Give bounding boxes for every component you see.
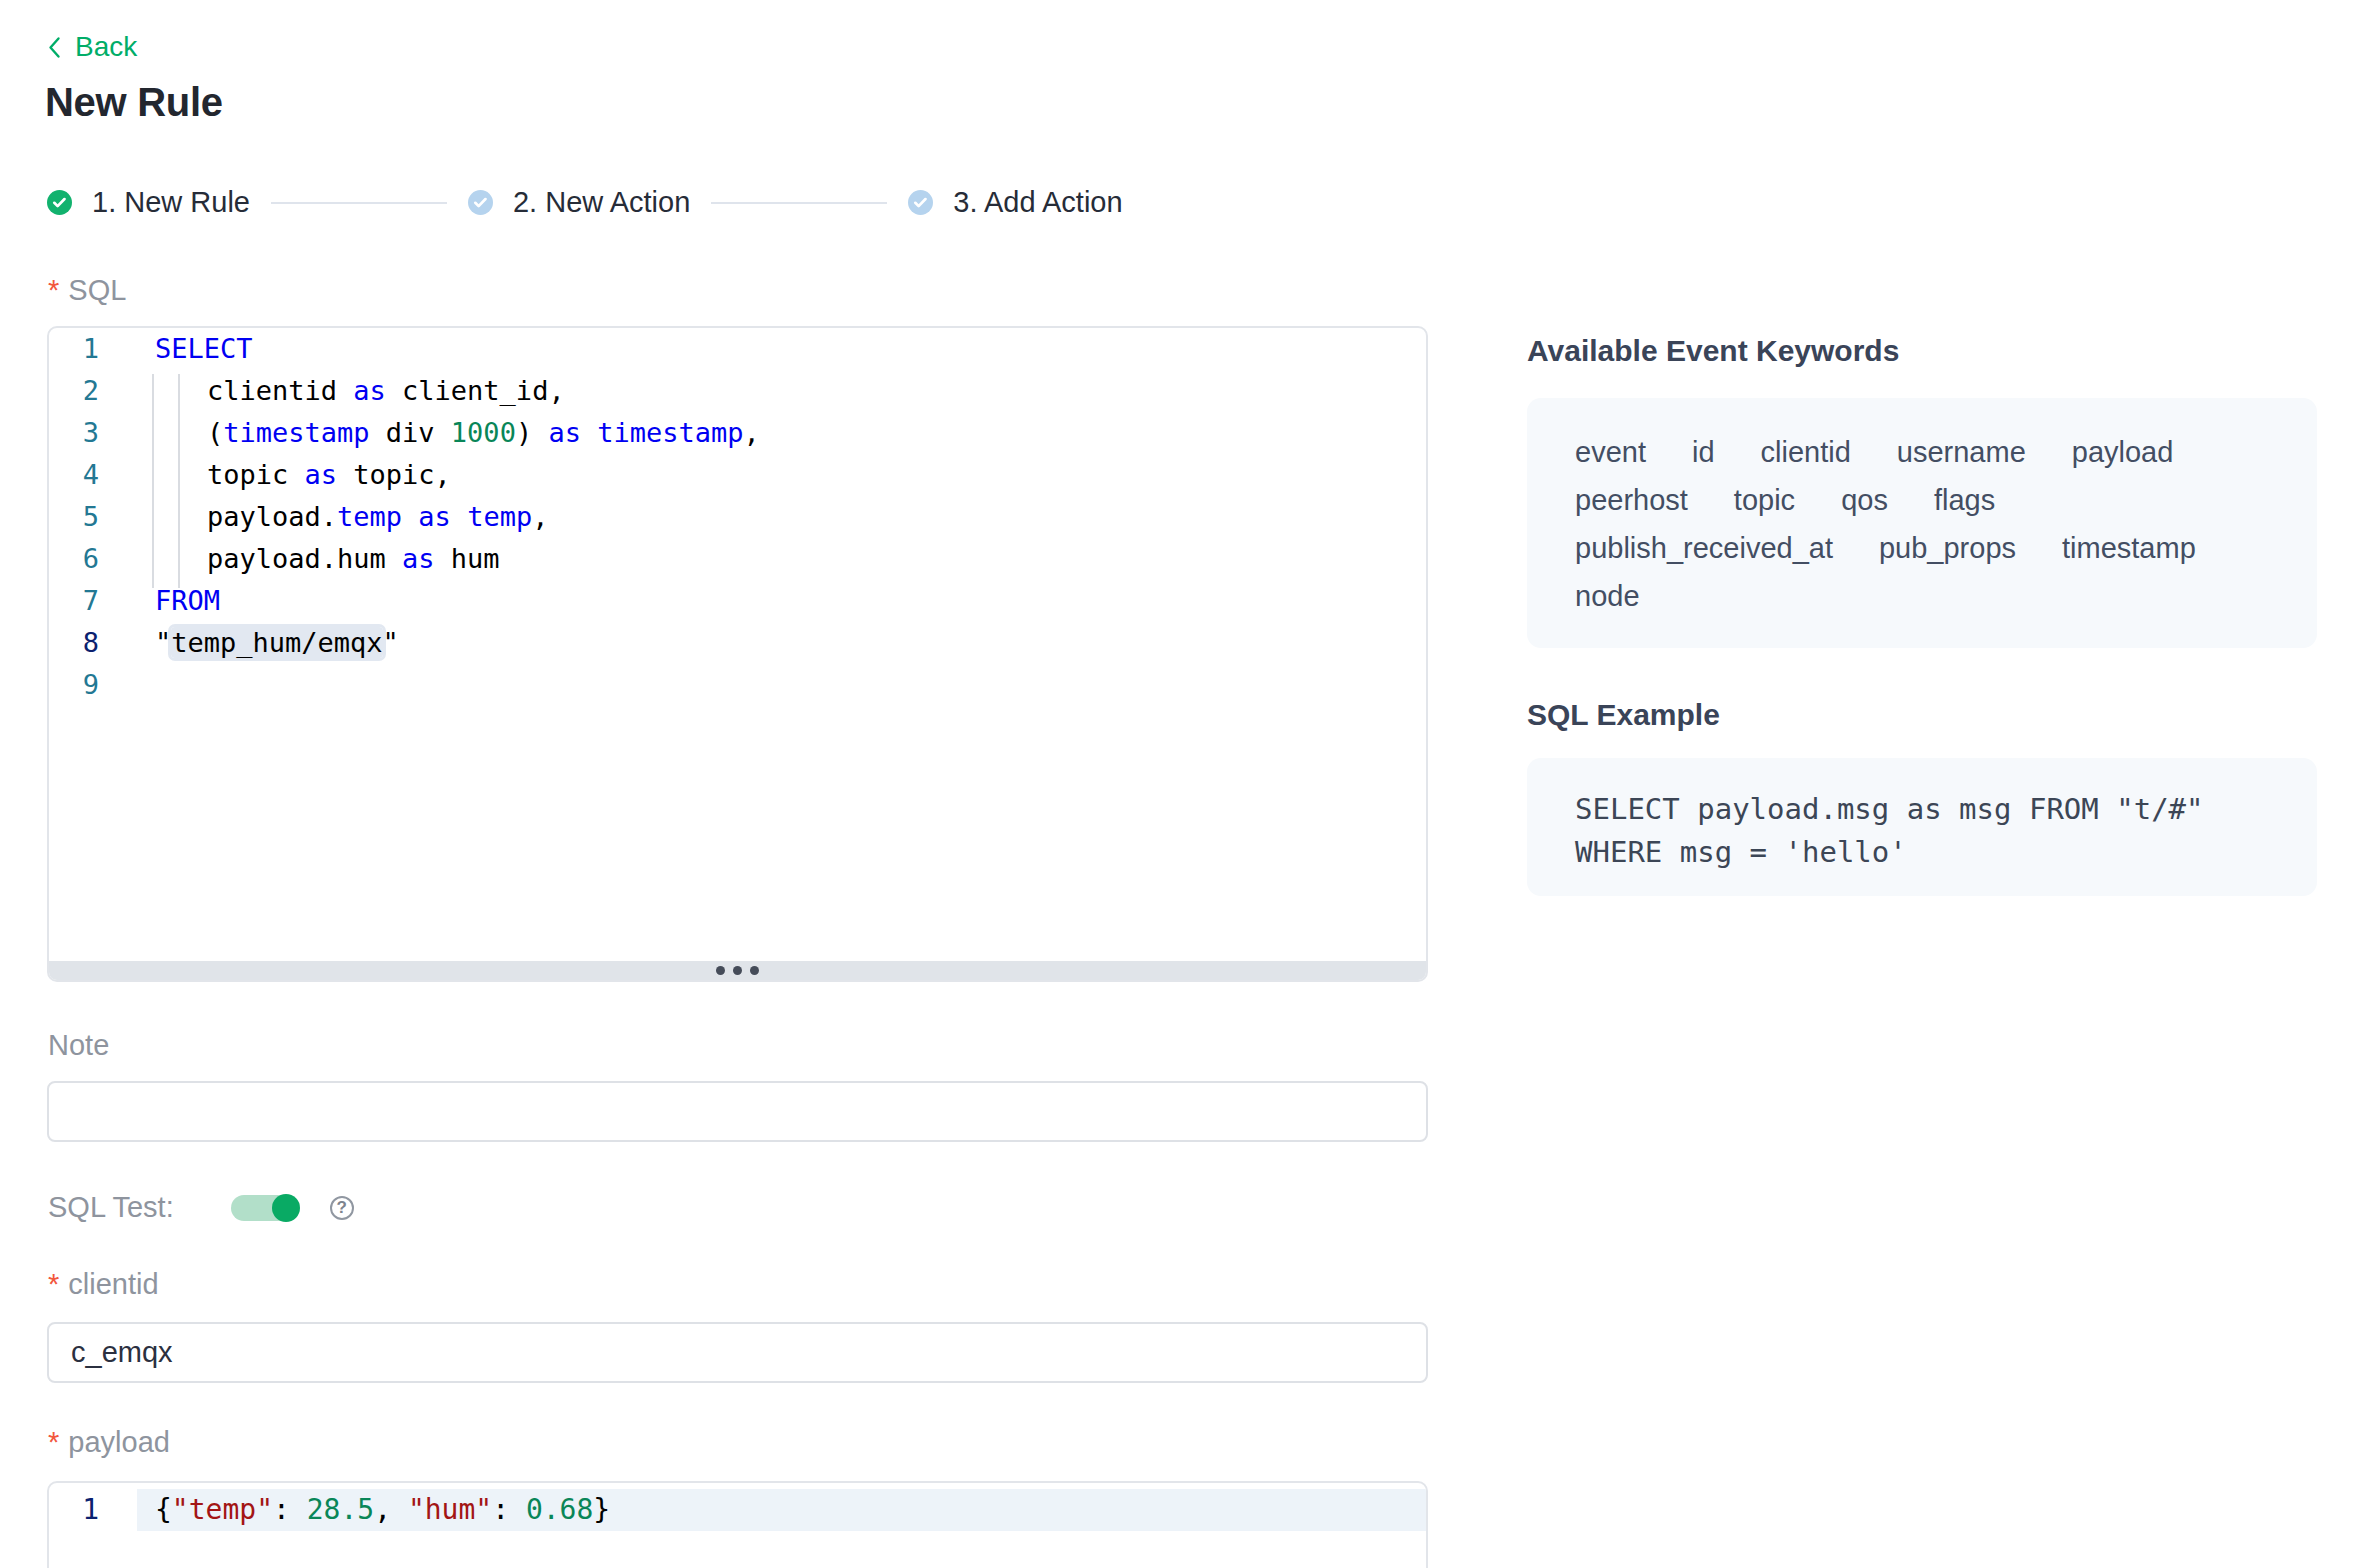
sql-example-line: SELECT payload.msg as msg FROM "t/#" [1575, 788, 2269, 831]
page-title: New Rule [45, 80, 223, 125]
payload-code-editor[interactable]: 1 {"temp": 28.5, "hum": 0.68} [47, 1481, 1428, 1568]
step-check-icon [908, 190, 933, 215]
toggle-knob [272, 1194, 300, 1222]
code-line-content: (timestamp div 1000) as timestamp, [155, 412, 760, 454]
event-keyword: timestamp [2062, 532, 2196, 565]
line-number: 8 [49, 622, 99, 664]
code-line-content: SELECT [155, 328, 253, 370]
required-asterisk: * [48, 1426, 59, 1459]
required-asterisk: * [48, 1268, 59, 1301]
note-input[interactable] [47, 1081, 1428, 1142]
code-line: 9 [49, 664, 1426, 706]
step-label: 1. New Rule [92, 186, 250, 219]
keyword-row: event id clientid username payload [1575, 428, 2269, 476]
event-keyword: clientid [1761, 436, 1851, 469]
line-number: 4 [49, 454, 99, 496]
sql-example-title: SQL Example [1527, 698, 1720, 732]
keyword-row: node [1575, 572, 2269, 620]
sql-example-line: WHERE msg = 'hello' [1575, 831, 2269, 874]
resize-dot [716, 966, 725, 975]
help-icon[interactable]: ? [330, 1196, 354, 1220]
step-label: 2. New Action [513, 186, 690, 219]
indent-guide [152, 374, 154, 588]
code-line: 1 {"temp": 28.5, "hum": 0.68} [49, 1489, 1426, 1531]
code-line: 4 topic as topic, [49, 454, 1426, 496]
resize-dot [750, 966, 759, 975]
event-keyword: node [1575, 580, 1640, 613]
sql-test-label: SQL Test: [48, 1191, 174, 1224]
payload-field-label: * payload [48, 1426, 170, 1459]
event-keyword: peerhost [1575, 484, 1688, 517]
event-keyword: publish_received_at [1575, 532, 1833, 565]
event-keyword: qos [1841, 484, 1888, 517]
back-label: Back [75, 31, 137, 63]
event-keyword: pub_props [1879, 532, 2016, 565]
stepper-step[interactable]: 2. New Action [468, 186, 690, 219]
line-number: 2 [49, 370, 99, 412]
clientid-field-label: * clientid [48, 1268, 159, 1301]
step-connector [711, 202, 887, 204]
event-keyword: topic [1734, 484, 1795, 517]
line-number: 5 [49, 496, 99, 538]
code-line-content: payload.hum as hum [155, 538, 500, 580]
step-check-icon [468, 190, 493, 215]
sql-test-toggle[interactable] [231, 1195, 299, 1221]
keywords-panel: event id clientid username payload peerhost to… [1527, 398, 2317, 648]
code-line: 6 payload.hum as hum [49, 538, 1426, 580]
code-line-content: {"temp": 28.5, "hum": 0.68} [155, 1489, 610, 1531]
code-line-content: "temp_hum/emqx" [155, 622, 399, 664]
step-label: 3. Add Action [953, 186, 1122, 219]
line-number: 1 [49, 1489, 99, 1531]
chevron-left-icon [47, 36, 62, 59]
line-number: 9 [49, 664, 99, 706]
step-connector [271, 202, 447, 204]
event-keyword: event [1575, 436, 1646, 469]
line-number: 3 [49, 412, 99, 454]
stepper-step[interactable]: 3. Add Action [908, 186, 1122, 219]
stepper: 1. New Rule 2. New Action 3. Add Action [47, 186, 1123, 219]
sql-code-editor[interactable]: 1 SELECT 2 clientid as client_id, 3 (timestam… [47, 326, 1428, 982]
required-asterisk: * [48, 274, 59, 307]
step-check-icon [47, 190, 72, 215]
line-number: 6 [49, 538, 99, 580]
code-line-content: clientid as client_id, [155, 370, 565, 412]
resize-dot [733, 966, 742, 975]
sql-field-label: * SQL [48, 274, 126, 307]
sql-example-panel: SELECT payload.msg as msg FROM "t/#"WHER… [1527, 758, 2317, 896]
code-line-content: payload.temp as temp, [155, 496, 548, 538]
stepper-step[interactable]: 1. New Rule [47, 186, 250, 219]
keywords-panel-title: Available Event Keywords [1527, 334, 1899, 368]
back-link[interactable]: Back [47, 31, 137, 63]
clientid-input[interactable]: c_emqx [47, 1322, 1428, 1383]
code-line-content: topic as topic, [155, 454, 451, 496]
event-keyword: flags [1934, 484, 1995, 517]
line-number: 1 [49, 328, 99, 370]
indent-guide [178, 374, 180, 588]
keyword-row: publish_received_at pub_props timestamp [1575, 524, 2269, 572]
code-line: 2 clientid as client_id, [49, 370, 1426, 412]
keyword-row: peerhost topic qos flags [1575, 476, 2269, 524]
code-line-content: FROM [155, 580, 220, 622]
code-line: 3 (timestamp div 1000) as timestamp, [49, 412, 1426, 454]
event-keyword: username [1897, 436, 2026, 469]
event-keyword: id [1692, 436, 1715, 469]
code-line: 8 "temp_hum/emqx" [49, 622, 1426, 664]
code-line: 5 payload.temp as temp, [49, 496, 1426, 538]
code-line: 1 SELECT [49, 328, 1426, 370]
note-field-label: Note [48, 1029, 109, 1062]
code-line: 7 FROM [49, 580, 1426, 622]
line-number: 7 [49, 580, 99, 622]
editor-resize-handle[interactable] [49, 961, 1426, 980]
event-keyword: payload [2072, 436, 2174, 469]
